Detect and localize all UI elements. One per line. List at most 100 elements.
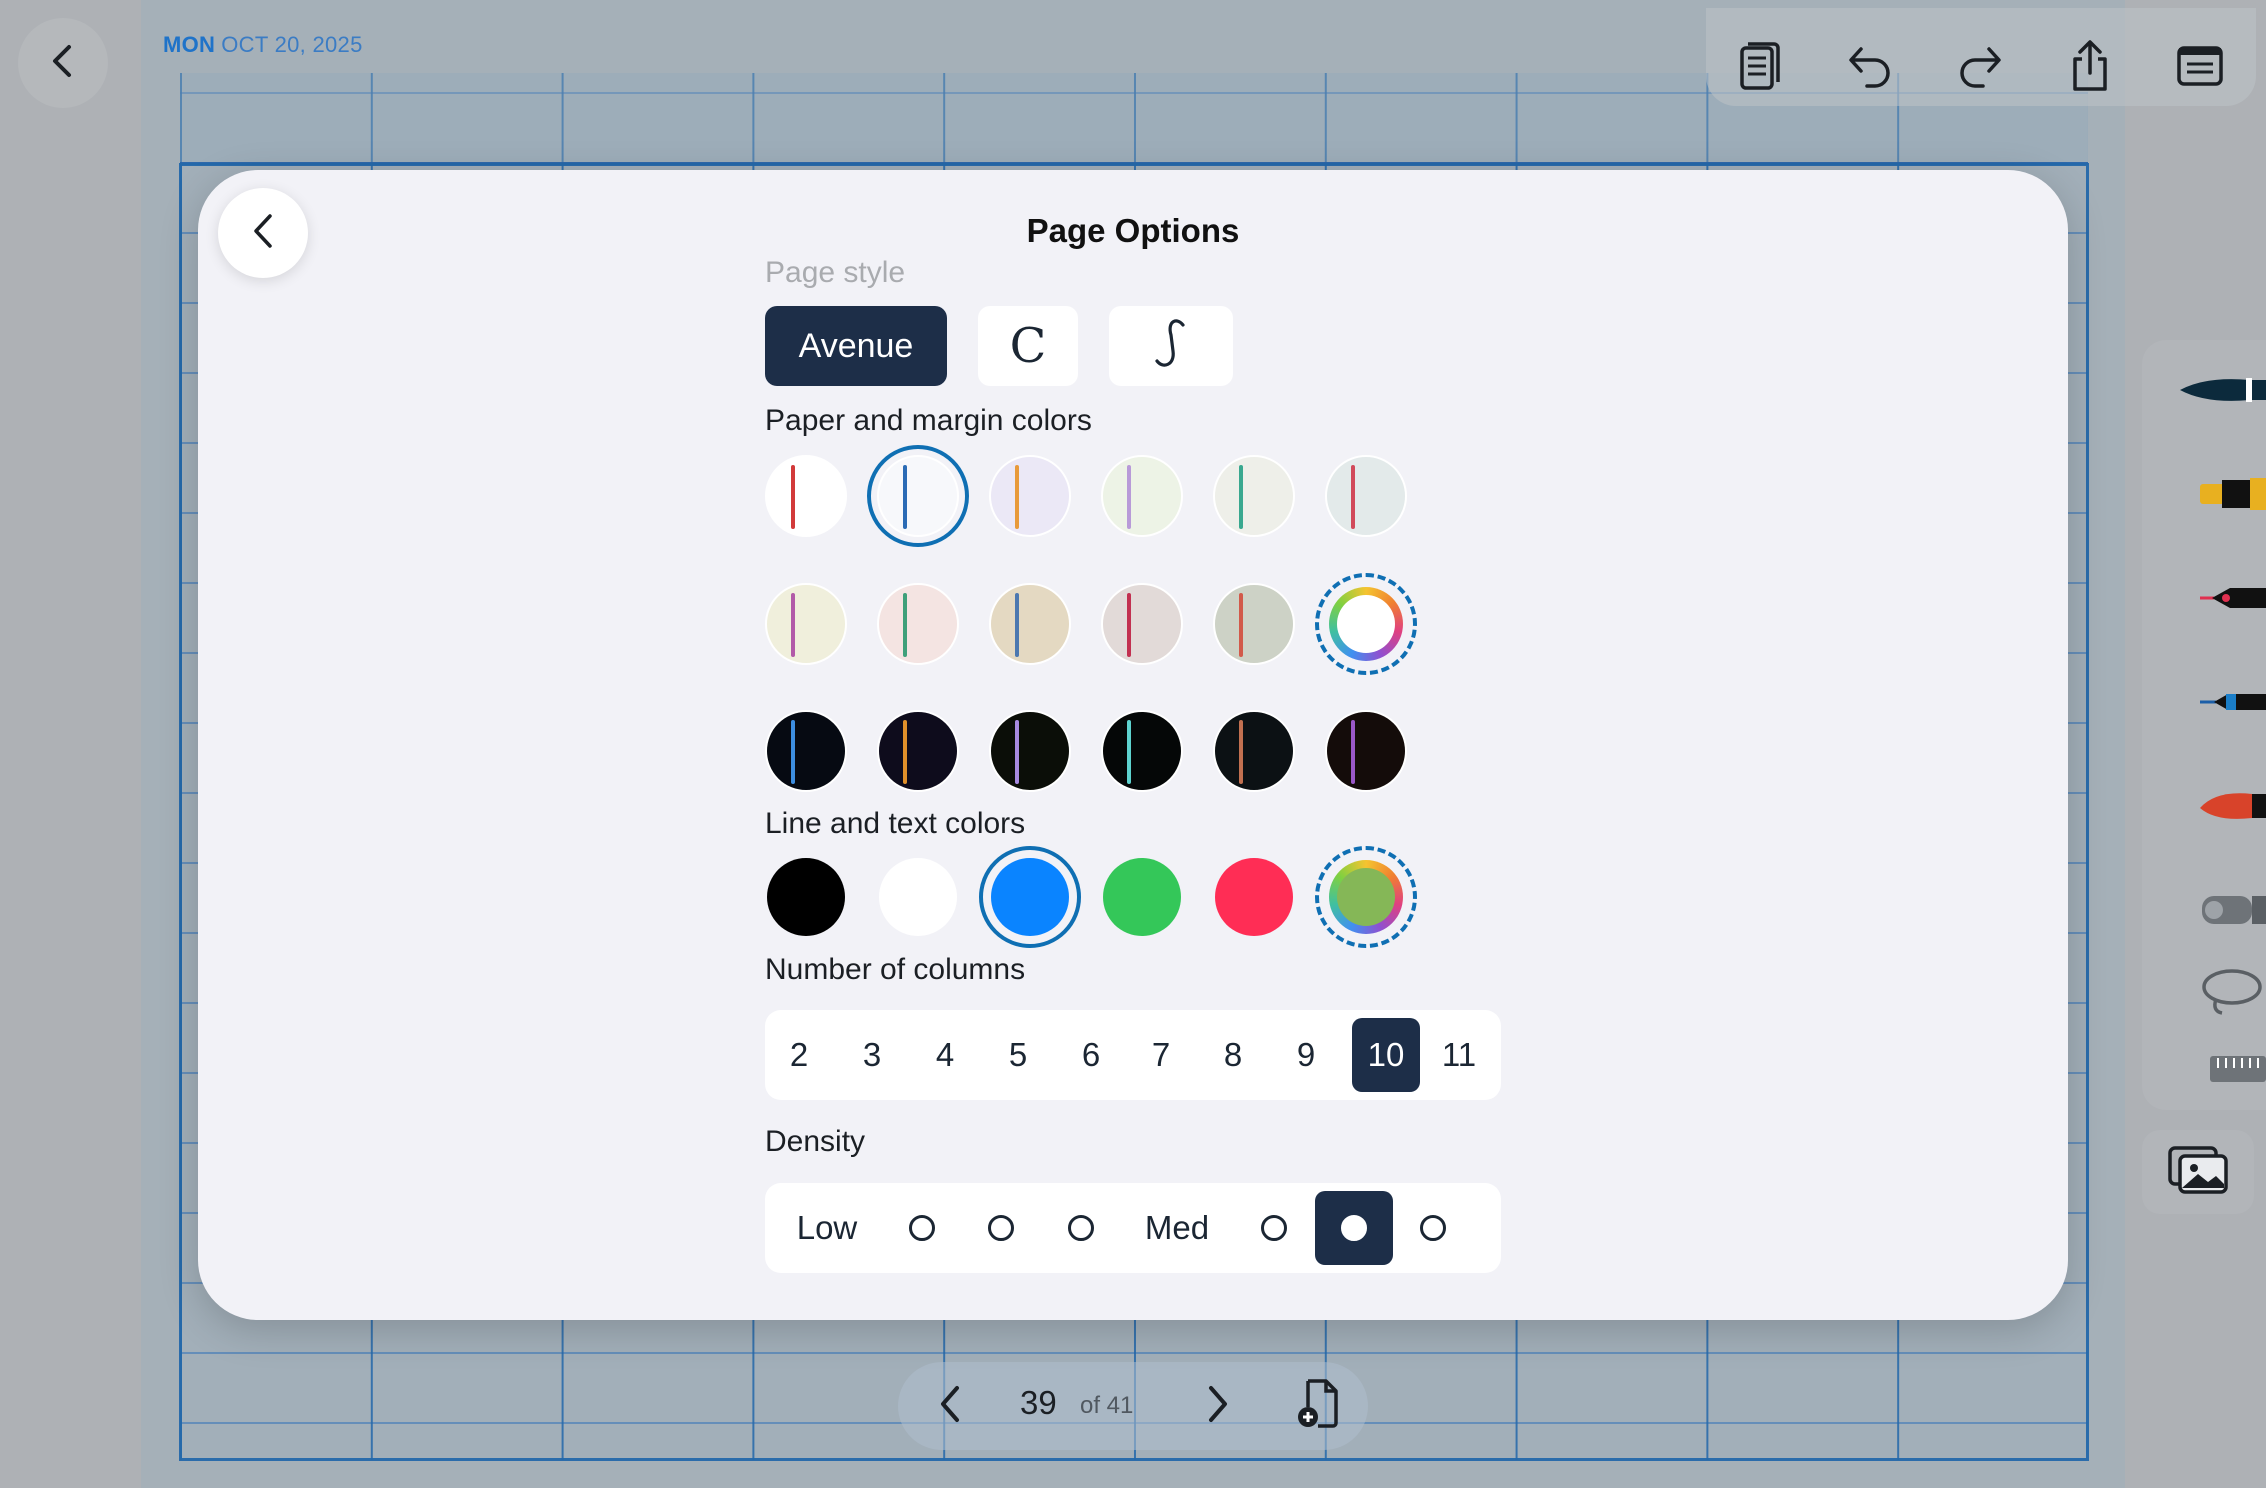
page-options-dialog: Page Options Page style Avenue C Paper a… (198, 170, 2068, 1320)
style-script-button[interactable] (1109, 306, 1233, 386)
paper-color-swatch[interactable] (877, 710, 959, 792)
chevron-right-icon (1201, 1384, 1235, 1429)
line-color-swatch[interactable] (767, 858, 845, 936)
radio-circle-icon (1420, 1215, 1446, 1241)
paper-color-swatch[interactable] (877, 455, 959, 537)
previous-page-button[interactable] (920, 1376, 980, 1436)
insert-media-button[interactable] (2142, 1130, 2254, 1214)
margin-line (1351, 720, 1355, 784)
paper-color-swatch[interactable] (877, 583, 959, 665)
paper-color-swatch[interactable] (989, 710, 1071, 792)
column-option-9[interactable]: 9 (1278, 1018, 1334, 1092)
pages-button[interactable] (1728, 36, 1792, 100)
margin-line (1015, 593, 1019, 657)
column-option-7[interactable]: 7 (1133, 1018, 1189, 1092)
line-color-swatch[interactable] (991, 858, 1069, 936)
line-color-swatch[interactable] (879, 858, 957, 936)
column-option-6[interactable]: 6 (1063, 1018, 1119, 1092)
columns-selector: 2 3 4 5 6 7 8 9 10 11 (765, 1010, 1501, 1100)
app-window: MON OCT 20, 2025 39 of 41 Page Options P… (0, 0, 2266, 1488)
next-page-button[interactable] (1188, 1376, 1248, 1436)
paper-color-swatch[interactable] (1101, 710, 1183, 792)
highlighter-tool[interactable] (2142, 456, 2266, 536)
paper-color-swatch[interactable] (1101, 583, 1183, 665)
notes-icon (2175, 44, 2225, 93)
custom-paper-color-button[interactable] (1315, 573, 1417, 675)
density-step-option[interactable] (1405, 1191, 1461, 1265)
line-color-swatch[interactable] (1215, 858, 1293, 936)
eraser-tool[interactable] (2142, 872, 2266, 952)
column-option-5[interactable]: 5 (990, 1018, 1046, 1092)
paper-color-swatch[interactable] (989, 583, 1071, 665)
density-step-option[interactable] (1053, 1191, 1109, 1265)
margin-line (1127, 593, 1131, 657)
radio-circle-icon (1261, 1215, 1287, 1241)
undo-button[interactable] (1838, 36, 1902, 100)
paper-color-swatch[interactable] (1325, 455, 1407, 537)
add-page-button[interactable] (1286, 1374, 1350, 1438)
share-icon (2067, 39, 2113, 98)
line-color-swatch[interactable] (1103, 858, 1181, 936)
paper-color-swatch[interactable] (1213, 455, 1295, 537)
ballpoint-tool[interactable] (2142, 664, 2266, 744)
ruler-tool[interactable] (2142, 1030, 2266, 1110)
fountain-pen-tool[interactable] (2142, 352, 2266, 432)
density-med-option[interactable]: Med (1132, 1191, 1222, 1265)
column-option-2[interactable]: 2 (771, 1018, 827, 1092)
back-button[interactable] (18, 18, 108, 108)
ruler-icon (2206, 1048, 2266, 1093)
page-navigator: 39 of 41 (898, 1362, 1368, 1450)
column-option-3[interactable]: 3 (844, 1018, 900, 1092)
margin-line (903, 593, 907, 657)
density-step-option[interactable] (1246, 1191, 1302, 1265)
paper-color-swatch[interactable] (765, 710, 847, 792)
paper-color-swatch[interactable] (1213, 710, 1295, 792)
paper-color-swatch[interactable] (1325, 710, 1407, 792)
radio-circle-icon (1068, 1215, 1094, 1241)
margin-line (1239, 465, 1243, 529)
paper-color-swatch[interactable] (765, 583, 847, 665)
column-option-4[interactable]: 4 (917, 1018, 973, 1092)
current-page-number[interactable]: 39 (1020, 1384, 1057, 1422)
column-option-8[interactable]: 8 (1205, 1018, 1261, 1092)
paper-color-swatch[interactable] (765, 455, 847, 537)
margin-line (1239, 720, 1243, 784)
columns-label: Number of columns (765, 953, 1026, 986)
density-step-option[interactable] (894, 1191, 950, 1265)
style-c-button[interactable]: C (978, 306, 1078, 386)
lasso-tool[interactable] (2142, 954, 2266, 1034)
script-s-icon (1151, 317, 1191, 376)
margin-line (1015, 720, 1019, 784)
top-toolbar (1706, 8, 2256, 106)
redo-button[interactable] (1948, 36, 2012, 100)
style-avenue-label: Avenue (798, 326, 914, 365)
chevron-left-icon (933, 1384, 967, 1429)
paper-color-swatch[interactable] (989, 455, 1071, 537)
notes-button[interactable] (2168, 36, 2232, 100)
lasso-icon (2196, 967, 2266, 1022)
fountain-pen-icon (2176, 370, 2266, 415)
page-date: MON OCT 20, 2025 (163, 32, 363, 58)
margin-line (791, 593, 795, 657)
style-avenue-button[interactable]: Avenue (765, 306, 947, 386)
column-option-10[interactable]: 10 (1352, 1018, 1420, 1092)
ballpoint-icon (2196, 682, 2266, 727)
eraser-icon (2196, 890, 2266, 935)
margin-line (1239, 593, 1243, 657)
column-option-11[interactable]: 11 (1431, 1018, 1487, 1092)
density-step-option[interactable] (973, 1191, 1029, 1265)
custom-line-color-button[interactable] (1315, 846, 1417, 948)
total-pages: of 41 (1080, 1392, 1134, 1419)
density-selector: Low Med (765, 1183, 1501, 1273)
pen-tool[interactable] (2142, 560, 2266, 640)
radio-circle-icon (909, 1215, 935, 1241)
brush-tool[interactable] (2142, 768, 2266, 848)
paper-color-swatch[interactable] (1101, 455, 1183, 537)
chevron-left-icon (43, 41, 83, 86)
share-button[interactable] (2058, 36, 2122, 100)
paper-color-swatch[interactable] (1213, 583, 1295, 665)
density-step-option[interactable] (1315, 1191, 1393, 1265)
density-low-option[interactable]: Low (782, 1191, 872, 1265)
highlighter-icon (2196, 474, 2266, 519)
undo-icon (1845, 43, 1895, 94)
